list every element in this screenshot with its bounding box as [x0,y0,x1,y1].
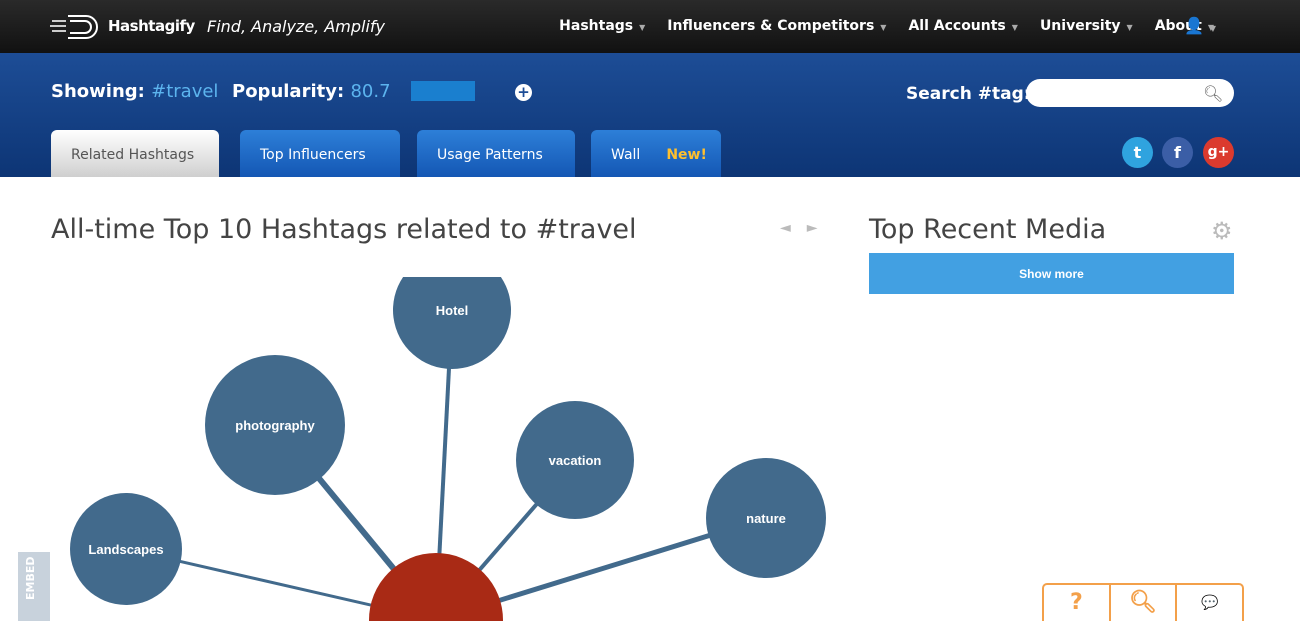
tab-label: Top Influencers [260,147,366,163]
user-menu[interactable]: 👤 ▼ [1184,16,1216,35]
google-plus-icon[interactable]: g+ [1203,137,1234,168]
current-hashtag: #travel [151,81,219,102]
nav-all-accounts[interactable]: All Accounts ▼ [908,18,1017,34]
tab-label: Related Hashtags [71,147,195,163]
chart-pager: ◄► [780,220,834,236]
tab-top-influencers[interactable]: Top Influencers [240,130,400,177]
search-icon[interactable]: 🔍︎ [1203,84,1223,103]
nav-university[interactable]: University ▼ [1040,18,1133,34]
popularity-bar [411,81,475,101]
gear-icon[interactable]: ⚙ [1211,217,1233,245]
show-more-button[interactable]: Show more [869,253,1234,294]
tab-wall[interactable]: Wall New! [591,130,721,177]
tagline: Find, Analyze, Amplify [207,17,386,36]
tab-label: Wall [611,147,641,163]
top-navbar: Hashtagify Find, Analyze, Amplify Hashta… [0,0,1300,53]
embed-label: EMBED [24,556,37,601]
tab-label: Usage Patterns [437,147,543,163]
nav-label: Hashtags [559,18,634,34]
popularity: Popularity: 80.7 [232,81,391,102]
hashtag-node[interactable] [393,277,511,369]
nav-hashtags[interactable]: Hashtags ▼ [559,18,645,34]
popularity-label: Popularity: [232,81,345,102]
showing-label: Showing: #travel [51,81,218,102]
tab-related-hashtags[interactable]: Related Hashtags [51,130,219,177]
nav-label: Influencers & Competitors [667,18,875,34]
help-widget: ? 🔍︎ 💬 [1042,583,1244,621]
popularity-value: 80.7 [350,81,391,102]
help-button[interactable]: ? [1044,585,1111,621]
search-help-button[interactable]: 🔍︎ [1111,585,1178,621]
caret-down-icon: ▼ [880,23,887,32]
nav-label: All Accounts [908,18,1006,34]
prev-arrow-icon[interactable]: ◄ [780,220,807,236]
showing-text: Showing: [51,81,145,102]
twitter-icon[interactable]: t [1122,137,1153,168]
nav-influencers[interactable]: Influencers & Competitors ▼ [667,18,886,34]
caret-down-icon: ▼ [1209,24,1217,33]
support-chat-button[interactable]: 💬 [1177,585,1242,621]
next-arrow-icon[interactable]: ► [807,220,834,236]
caret-down-icon: ▼ [639,23,646,32]
hashtag-node-label: photography [235,418,315,433]
new-badge: New! [666,147,707,163]
page-title: All-time Top 10 Hashtags related to #tra… [51,214,637,245]
hashtag-node-label: vacation [549,453,602,468]
search-label: Search #tag: [906,84,1031,104]
facebook-icon[interactable]: f [1162,137,1193,168]
caret-down-icon: ▼ [1126,23,1133,32]
add-compare-icon[interactable]: + [515,84,532,101]
hashtag-node-label: Hotel [436,303,469,318]
nav-label: University [1039,18,1121,34]
tab-usage-patterns[interactable]: Usage Patterns [417,130,575,177]
related-hashtags-graph: Hotel photography vacation nature Landscapes [70,277,826,621]
caret-down-icon: ▼ [1011,23,1018,32]
hashtag-node-label: Landscapes [88,542,163,557]
brand-name[interactable]: Hashtagify [108,17,195,35]
support-agent-icon: 💬 [1200,595,1219,611]
recent-media-title: Top Recent Media [869,214,1107,245]
embed-tab[interactable]: EMBED [18,552,50,621]
hashtagify-logo-icon[interactable] [48,12,102,42]
user-icon: 👤 [1184,16,1204,35]
search-icon: 🔍︎ [1129,590,1157,615]
hashtag-node-label: nature [746,511,786,526]
